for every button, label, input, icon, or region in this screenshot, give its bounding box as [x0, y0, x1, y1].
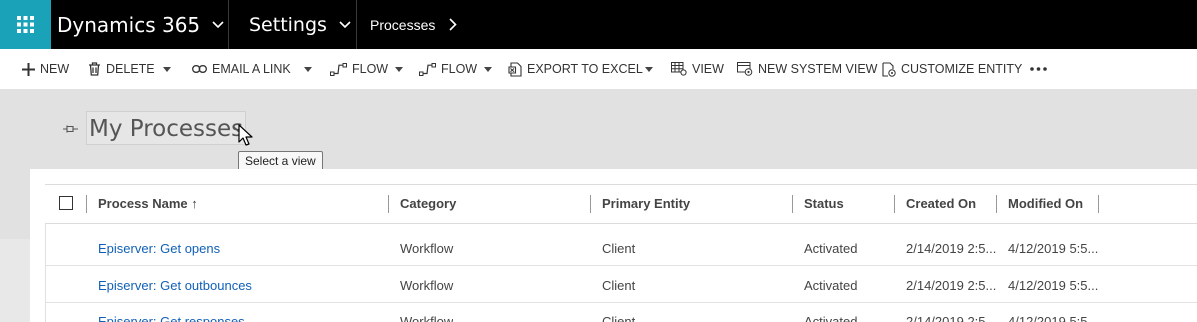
ellipsis-icon — [1030, 67, 1047, 71]
status-cell: Activated — [804, 241, 858, 256]
select-all-checkbox[interactable] — [59, 196, 73, 210]
column-divider[interactable] — [996, 195, 997, 213]
email-link-button[interactable]: EMAIL A LINK — [192, 49, 291, 89]
modified-on-cell: 4/12/2019 5:5... — [1008, 241, 1099, 256]
modified-on-cell: 4/12/2019 5:5... — [1008, 314, 1099, 322]
pin-icon[interactable] — [63, 124, 78, 134]
category-cell: Workflow — [400, 278, 454, 293]
column-header-primary-entity[interactable]: Primary Entity — [602, 196, 690, 211]
column-divider[interactable] — [388, 195, 389, 213]
breadcrumb[interactable]: Processes — [370, 0, 457, 49]
column-divider[interactable] — [894, 195, 895, 213]
nav-divider — [228, 0, 229, 49]
breadcrumb-label: Processes — [370, 16, 436, 33]
column-header-created-on[interactable]: Created On — [906, 196, 976, 211]
process-name-link[interactable]: Episerver: Get responses — [98, 314, 245, 322]
created-on-cell: 2/14/2019 2:5... — [906, 278, 997, 293]
flow-label-1: FLOW — [352, 62, 389, 76]
delete-label: DELETE — [106, 62, 155, 76]
view-button[interactable]: VIEW — [671, 49, 724, 89]
customize-entity-button[interactable]: CUSTOMIZE ENTITY — [882, 49, 1022, 89]
primary-entity-cell: Client — [602, 278, 636, 293]
mouse-cursor-icon — [238, 124, 253, 146]
export-dropdown-button[interactable] — [645, 49, 653, 89]
chevron-right-icon — [449, 18, 457, 31]
sort-ascending-icon: ↑ — [191, 196, 198, 211]
column-header-process-name[interactable]: Process Name ↑ — [98, 196, 198, 211]
excel-icon — [508, 61, 522, 77]
email-link-dropdown-button[interactable] — [304, 49, 312, 89]
column-divider[interactable] — [1098, 195, 1099, 213]
caret-down-icon — [304, 66, 312, 72]
waffle-icon — [17, 16, 34, 33]
column-header-label: Process Name — [98, 196, 188, 211]
view-label: VIEW — [692, 62, 724, 76]
status-cell: Activated — [804, 278, 858, 293]
export-excel-button[interactable]: EXPORT TO EXCEL — [508, 49, 643, 89]
column-divider[interactable] — [86, 195, 87, 213]
new-system-view-label: NEW SYSTEM VIEW — [758, 62, 878, 76]
created-on-cell: 2/14/2019 2:5... — [906, 241, 997, 256]
flow-icon — [419, 62, 436, 76]
created-on-cell: 2/14/2019 2:5... — [906, 314, 997, 322]
app-switcher[interactable]: Dynamics 365 — [57, 0, 224, 49]
delete-button[interactable]: DELETE — [88, 49, 155, 89]
flow-button-1[interactable]: FLOW — [330, 49, 408, 89]
delete-dropdown-button[interactable] — [163, 49, 171, 89]
caret-down-icon — [484, 66, 493, 72]
area-title: Settings — [249, 13, 327, 36]
column-header-modified-on[interactable]: Modified On — [1008, 196, 1083, 211]
nav-divider — [356, 0, 357, 49]
primary-entity-cell: Client — [602, 314, 636, 322]
column-divider[interactable] — [590, 195, 591, 213]
column-divider[interactable] — [792, 195, 793, 213]
flow-icon — [330, 62, 347, 76]
flow-button-2[interactable]: FLOW — [419, 49, 497, 89]
new-label: NEW — [40, 62, 70, 76]
status-cell: Activated — [804, 314, 858, 322]
process-name-link[interactable]: Episerver: Get opens — [98, 241, 220, 256]
chevron-down-icon — [339, 20, 351, 28]
customize-entity-label: CUSTOMIZE ENTITY — [901, 62, 1023, 76]
process-name-link[interactable]: Episerver: Get outbounces — [98, 278, 252, 293]
primary-entity-cell: Client — [602, 241, 636, 256]
app-launcher-button[interactable] — [0, 0, 51, 49]
new-system-view-button[interactable]: NEW SYSTEM VIEW — [737, 49, 877, 89]
new-button[interactable]: NEW — [22, 49, 69, 89]
category-cell: Workflow — [400, 241, 454, 256]
app-title: Dynamics 365 — [57, 12, 201, 37]
export-excel-label: EXPORT TO EXCEL — [527, 62, 643, 76]
more-commands-button[interactable] — [1030, 49, 1052, 89]
chevron-down-icon — [212, 20, 224, 28]
area-switcher[interactable]: Settings — [249, 0, 351, 49]
top-nav-bar: Dynamics 365 Settings Processes — [0, 0, 1197, 49]
modified-on-cell: 4/12/2019 5:5... — [1008, 278, 1099, 293]
caret-down-icon — [163, 66, 171, 72]
customize-icon — [882, 61, 896, 77]
trash-icon — [89, 62, 100, 76]
column-header-category[interactable]: Category — [400, 196, 456, 211]
gear-table-icon — [737, 62, 753, 76]
caret-down-icon — [645, 66, 653, 72]
grid-view-icon — [671, 62, 687, 76]
view-title[interactable]: My Processes — [89, 116, 243, 142]
command-bar: NEW DELETE EMAIL A LINK FLOW FLOW EXPORT… — [0, 49, 1197, 89]
plus-icon — [22, 62, 35, 76]
link-icon — [192, 65, 207, 73]
caret-down-icon — [395, 66, 404, 72]
email-link-label: EMAIL A LINK — [212, 62, 291, 76]
background-strip — [0, 169, 30, 239]
flow-label-2: FLOW — [441, 62, 478, 76]
category-cell: Workflow — [400, 314, 454, 322]
column-header-status[interactable]: Status — [804, 196, 844, 211]
